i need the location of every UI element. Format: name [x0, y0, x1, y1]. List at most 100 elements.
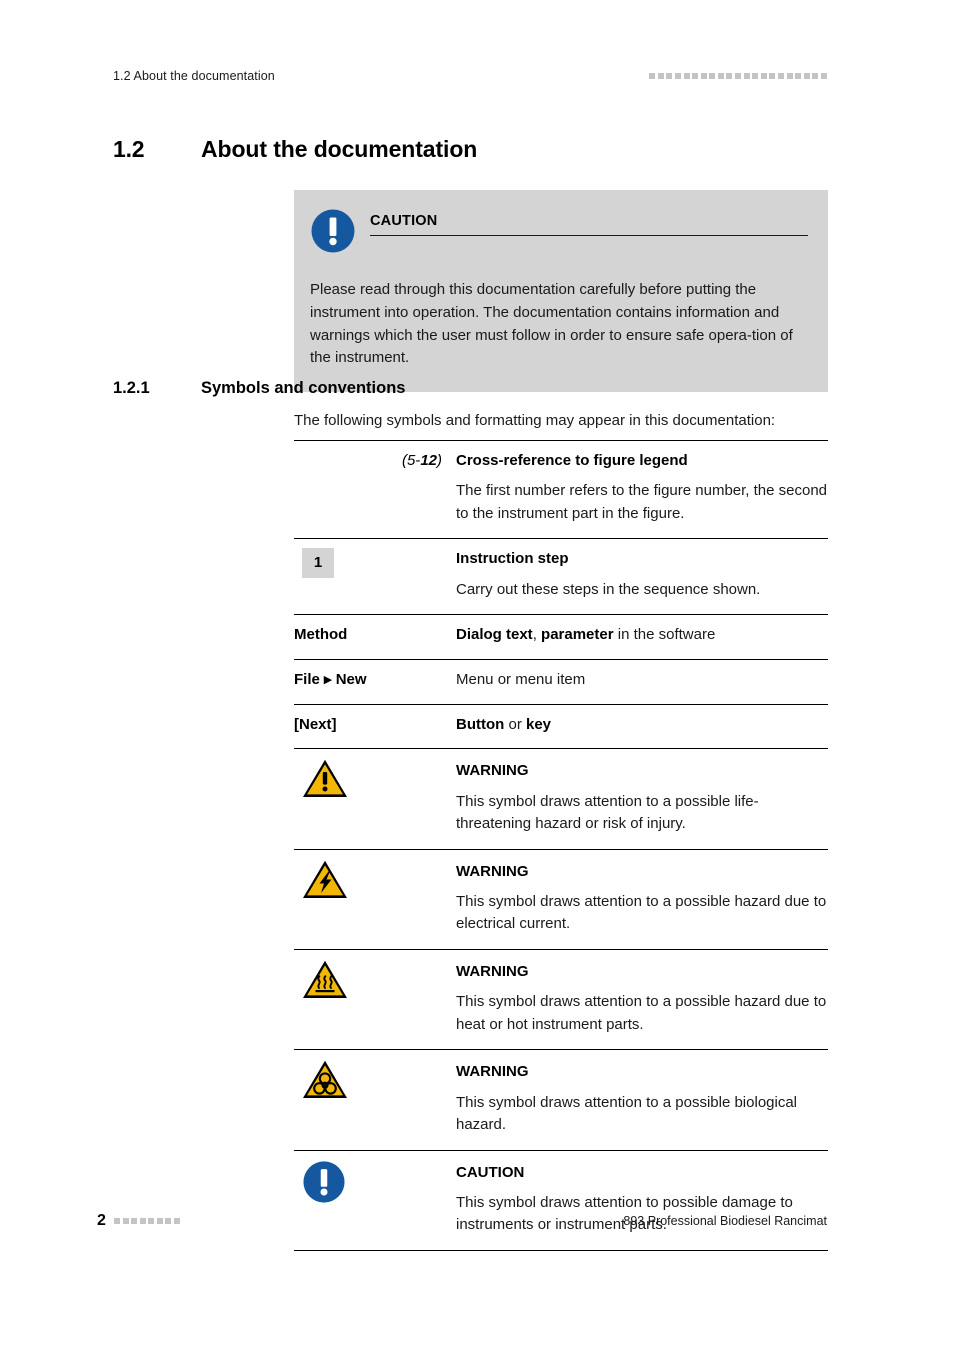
caution-callout-rule: [370, 235, 808, 236]
table-row-content: WARNING This symbol draws attention to a …: [456, 849, 828, 949]
marker-square: [760, 73, 767, 79]
marker-square: [113, 1218, 120, 1224]
marker-square: [735, 73, 742, 79]
marker-square: [148, 1218, 155, 1224]
table-row: 1 Instruction step Carry out these steps i…: [294, 538, 828, 615]
cross-reference-example: (5-12): [294, 441, 456, 539]
document-page: 1.2 About the documentation 1.2 About th…: [0, 0, 954, 1350]
marker-square: [131, 1218, 138, 1224]
table-row: [Next] Button or key: [294, 704, 828, 749]
convention-label-method: Method: [294, 615, 456, 660]
row-description: This symbol draws attention to a possibl…: [456, 993, 827, 1033]
caution-callout: CAUTION Please read through this documen…: [294, 190, 828, 393]
footer-marker-squares: [113, 1218, 181, 1224]
warning-triangle-lightning-icon: [302, 859, 442, 905]
table-row-content: Dialog text, parameter in the software: [456, 615, 828, 660]
table-row-content: WARNING This symbol draws attention to a …: [456, 1050, 828, 1150]
marker-square: [174, 1218, 181, 1224]
warning-triangle-exclamation-icon: [294, 749, 456, 849]
row-title: WARNING: [456, 762, 529, 780]
marker-square: [769, 73, 776, 79]
running-header: 1.2 About the documentation: [113, 66, 827, 86]
symbols-table: (5-12) Cross-reference to figure legend Th…: [294, 440, 828, 1251]
caution-callout-body: Please read through this documentation c…: [310, 281, 793, 367]
warning-triangle-exclamation-icon: [302, 758, 442, 804]
step-number: 1: [302, 548, 334, 579]
marker-square: [717, 73, 724, 79]
table-row-content: WARNING This symbol draws attention to a …: [456, 749, 828, 849]
marker-square: [692, 73, 699, 79]
warning-triangle-biohazard-icon: [302, 1059, 442, 1105]
row-title: Instruction step: [456, 550, 569, 568]
table-row-content: WARNING This symbol draws attention to a …: [456, 949, 828, 1049]
row-description: Carry out these steps in the sequence sh…: [456, 580, 761, 598]
section-subheading-text: Symbols and conventions: [201, 379, 406, 397]
marker-square: [752, 73, 759, 79]
section-subheading-number: 1.2.1: [113, 379, 150, 397]
marker-square: [165, 1218, 172, 1224]
table-row: CAUTION This symbol draws attention to po…: [294, 1150, 828, 1251]
marker-square: [803, 73, 810, 79]
row-title: CAUTION: [456, 1163, 525, 1181]
marker-square: [649, 73, 656, 79]
marker-square: [778, 73, 785, 79]
footer-page-number: 2: [97, 1212, 106, 1229]
marker-square: [156, 1218, 163, 1224]
warning-triangle-biohazard-icon: [294, 1050, 456, 1150]
convention-label-text: Method: [294, 626, 348, 644]
table-row-content: Menu or menu item: [456, 659, 828, 704]
table-row: (5-12) Cross-reference to figure legend Th…: [294, 440, 828, 539]
row-title: Cross-reference to figure legend: [456, 452, 688, 469]
table-row: Method Dialog text, parameter in the soft…: [294, 614, 828, 660]
table-row-content: Button or key: [456, 704, 828, 749]
section-subheading: 1.2.1 Symbols and conventions: [113, 379, 843, 398]
marker-square: [821, 73, 827, 79]
convention-label-menu-path: File ▸ New: [294, 659, 456, 704]
page-title: 1.2 About the documentation: [113, 136, 843, 163]
running-header-title: 1.2 About the documentation: [113, 69, 275, 83]
convention-label-button-key: [Next]: [294, 704, 456, 749]
instruction-step-number-box: 1: [294, 539, 456, 615]
table-row: File ▸ New Menu or menu item: [294, 659, 828, 704]
row-description: This symbol draws attention to a possibl…: [456, 1093, 798, 1134]
page-title-text: About the documentation: [201, 136, 478, 162]
header-marker-squares: [649, 73, 827, 79]
caution-callout-title: CAUTION: [370, 213, 438, 229]
table-row: WARNING This symbol draws attention to a …: [294, 849, 828, 949]
footer-left: 2: [97, 1212, 181, 1230]
marker-square: [795, 73, 802, 79]
marker-square: [674, 73, 681, 79]
marker-square: [812, 73, 819, 79]
warning-triangle-hot-surface-icon: [302, 959, 442, 1005]
caution-callout-header: CAUTION: [310, 206, 808, 259]
warning-triangle-hot-surface-icon: [294, 949, 456, 1049]
marker-square: [122, 1218, 129, 1224]
section-intro-text: The following symbols and formatting may…: [294, 412, 776, 429]
marker-square: [666, 73, 673, 79]
row-description: The first number refers to the figure nu…: [456, 482, 828, 522]
row-description: This symbol draws attention to a possibl…: [456, 792, 759, 833]
marker-square: [139, 1218, 146, 1224]
marker-square: [683, 73, 690, 79]
page-title-number: 1.2: [113, 136, 145, 162]
convention-label-text: File ▸ New: [294, 670, 367, 688]
marker-square: [700, 73, 707, 79]
cross-reference-text: (5-12): [401, 452, 442, 469]
table-row: WARNING This symbol draws attention to a …: [294, 1049, 828, 1150]
convention-label-text: [Next]: [294, 715, 337, 733]
marker-square: [786, 73, 793, 79]
table-row-content: Cross-reference to figure legend The firs…: [456, 441, 828, 539]
caution-blue-circle-icon: [302, 1160, 442, 1209]
table-row: WARNING This symbol draws attention to a …: [294, 949, 828, 1049]
caution-callout-title-wrap: CAUTION: [370, 206, 808, 236]
caution-blue-circle-icon: [294, 1150, 456, 1250]
row-title: WARNING: [456, 1063, 529, 1081]
marker-square: [726, 73, 733, 79]
row-description: This symbol draws attention to a possibl…: [456, 892, 827, 933]
convention-description: Button or key: [456, 715, 552, 733]
marker-square: [709, 73, 716, 79]
table-row-content: CAUTION This symbol draws attention to po…: [456, 1150, 828, 1250]
row-title: WARNING: [456, 862, 529, 880]
warning-triangle-lightning-icon: [294, 849, 456, 949]
convention-description: Menu or menu item: [456, 670, 586, 688]
